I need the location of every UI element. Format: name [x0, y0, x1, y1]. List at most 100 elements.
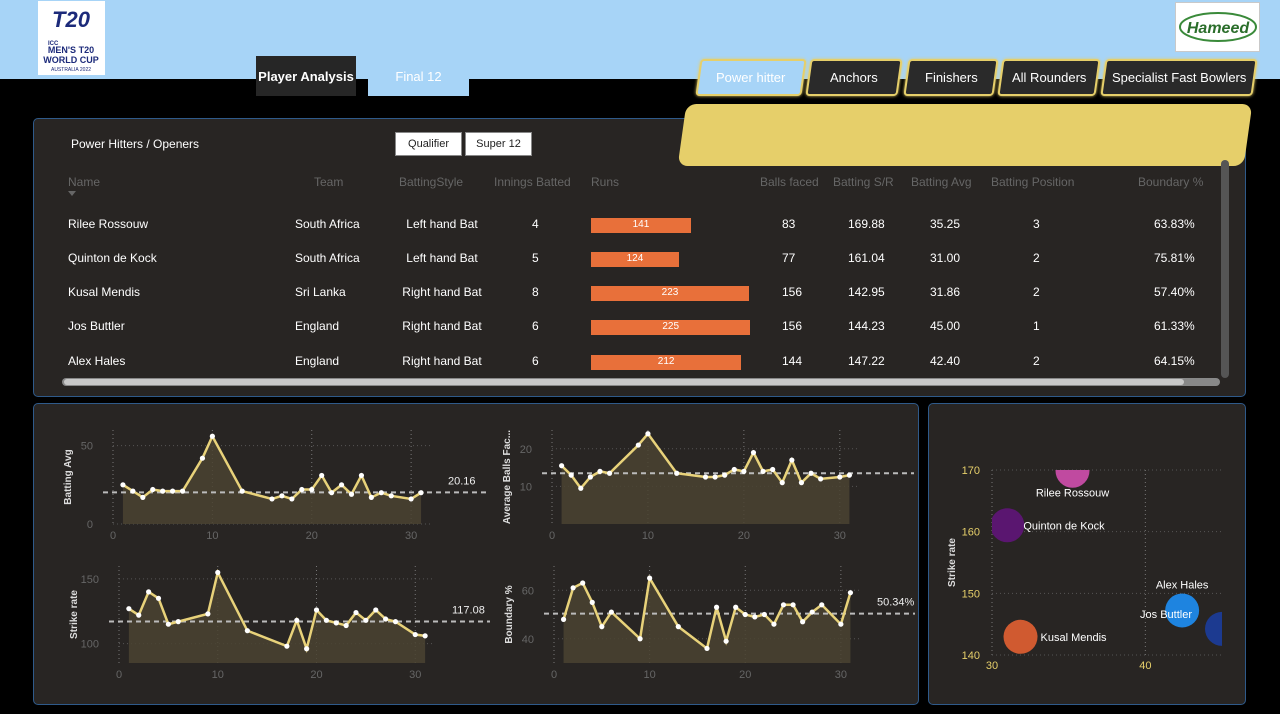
- logo-icc-line-3: AUSTRALIA 2022: [51, 67, 91, 73]
- cell-sr: 169.88: [848, 217, 885, 231]
- y-tick-label: 40: [522, 634, 534, 646]
- column-header-avg[interactable]: Batting Avg: [911, 175, 972, 189]
- data-point: [343, 622, 349, 629]
- column-header-runs[interactable]: Runs: [591, 175, 619, 189]
- cell-boundary: 64.15%: [1154, 354, 1195, 368]
- y-tick-label: 60: [522, 585, 534, 597]
- cell-pos: 2: [1033, 285, 1040, 299]
- tab-player-analysis[interactable]: Player Analysis: [256, 56, 356, 96]
- data-point: [713, 604, 720, 610]
- data-point: [637, 636, 643, 642]
- data-point: [140, 494, 146, 500]
- data-point: [294, 617, 300, 623]
- data-point: [136, 612, 142, 618]
- scatter-bubble: [1003, 619, 1038, 654]
- y-tick-label: 170: [962, 465, 980, 477]
- cell-innings: 4: [532, 217, 539, 231]
- trend-chart-2: 0 10 20 30 100 150Strike rate 117.08: [69, 566, 490, 681]
- category-all-rounders-button[interactable]: All Rounders: [997, 59, 1101, 96]
- runs-bar-label: 212: [657, 356, 675, 367]
- data-point: [780, 602, 787, 608]
- column-header-name[interactable]: Name: [68, 175, 101, 196]
- data-point: [120, 482, 126, 488]
- horizontal-scrollbar[interactable]: [62, 378, 1220, 386]
- reference-value-label: 20.16: [448, 475, 476, 487]
- data-point: [589, 599, 595, 605]
- vertical-scrollbar[interactable]: [1221, 160, 1229, 378]
- column-header-balls[interactable]: Balls faced: [760, 175, 819, 189]
- cell-name: Jos Buttler: [68, 319, 125, 333]
- filter-qualifier-button[interactable]: Qualifier: [395, 132, 462, 156]
- data-point: [578, 485, 584, 491]
- data-point: [363, 617, 369, 623]
- logo-icc-line-1: MEN'S T20: [48, 45, 94, 55]
- x-tick-label: 30: [834, 530, 846, 542]
- category-specialist-fast-bowlers-button[interactable]: Specialist Fast Bowlers: [1100, 59, 1258, 96]
- table-title: Power Hitters / Openers: [71, 137, 200, 151]
- category-finishers-button[interactable]: Finishers: [903, 59, 999, 96]
- data-point: [160, 488, 166, 494]
- data-point: [712, 474, 718, 480]
- column-header-label: Name: [68, 175, 101, 189]
- trend-chart-3: 0 10 20 30 40 60 Boundary % 50.34%: [504, 566, 915, 681]
- runs-bar-label: 124: [626, 253, 644, 264]
- x-tick-label: 10: [644, 669, 656, 681]
- filter-super-12-button[interactable]: Super 12: [465, 132, 532, 156]
- cell-team: South Africa: [295, 251, 360, 265]
- data-point: [568, 472, 574, 478]
- data-point: [209, 433, 215, 439]
- category-label: Power hitter: [716, 70, 786, 85]
- data-point: [750, 449, 757, 456]
- data-point: [244, 628, 250, 634]
- column-header-boundary[interactable]: Boundary %: [1138, 175, 1203, 189]
- cell-avg: 35.25: [930, 217, 961, 231]
- cell-balls: 77: [782, 251, 796, 265]
- data-point: [353, 609, 359, 616]
- runs-bar: 212: [591, 355, 742, 370]
- data-point: [560, 616, 567, 622]
- data-point: [126, 606, 132, 612]
- x-tick-label: 0: [549, 530, 555, 542]
- column-header-batting-style[interactable]: BattingStyle: [399, 175, 463, 189]
- x-tick-label: 20: [306, 530, 318, 542]
- data-point: [837, 474, 843, 480]
- data-point: [597, 468, 603, 474]
- x-tick-label: 0: [116, 669, 122, 681]
- x-tick-label: 20: [739, 669, 751, 681]
- cell-boundary: 75.81%: [1154, 251, 1195, 265]
- cell-avg: 31.86: [930, 285, 961, 299]
- data-point: [313, 607, 320, 613]
- runs-bar: 124: [591, 252, 679, 267]
- column-header-innings[interactable]: Innings Batted: [494, 175, 571, 189]
- cell-innings: 6: [532, 354, 539, 368]
- cell-boundary: 61.33%: [1154, 319, 1195, 333]
- category-label: Finishers: [924, 70, 978, 85]
- scrollbar-thumb[interactable]: [64, 379, 1184, 385]
- svg-text:T20: T20: [52, 7, 91, 32]
- cell-sr: 142.95: [848, 285, 885, 299]
- cell-sr: 161.04: [848, 251, 885, 265]
- data-point: [733, 604, 739, 610]
- x-tick-label: 0: [110, 530, 116, 542]
- x-tick-label: 30: [405, 530, 417, 542]
- data-point: [818, 476, 824, 482]
- column-header-team[interactable]: Team: [314, 175, 343, 189]
- tab-final-12[interactable]: Final 12: [368, 56, 469, 96]
- scatter-points: [992, 470, 1222, 654]
- data-point: [779, 480, 785, 486]
- cell-name: Rilee Rossouw: [68, 217, 149, 231]
- data-point: [348, 491, 355, 497]
- data-point: [731, 466, 737, 473]
- column-header-position[interactable]: Batting Position: [991, 175, 1074, 189]
- data-point: [378, 490, 384, 496]
- cell-name: Alex Hales: [68, 354, 126, 368]
- data-point: [165, 621, 171, 627]
- column-header-sr[interactable]: Batting S/R: [833, 175, 894, 189]
- data-point: [215, 569, 221, 576]
- y-tick-label: 100: [81, 639, 99, 651]
- category-power-hitter-button[interactable]: Power hitter: [695, 59, 807, 96]
- scatter-bubble: [1055, 470, 1090, 488]
- data-point: [704, 645, 710, 652]
- data-point: [392, 619, 399, 625]
- category-anchors-button[interactable]: Anchors: [805, 59, 903, 96]
